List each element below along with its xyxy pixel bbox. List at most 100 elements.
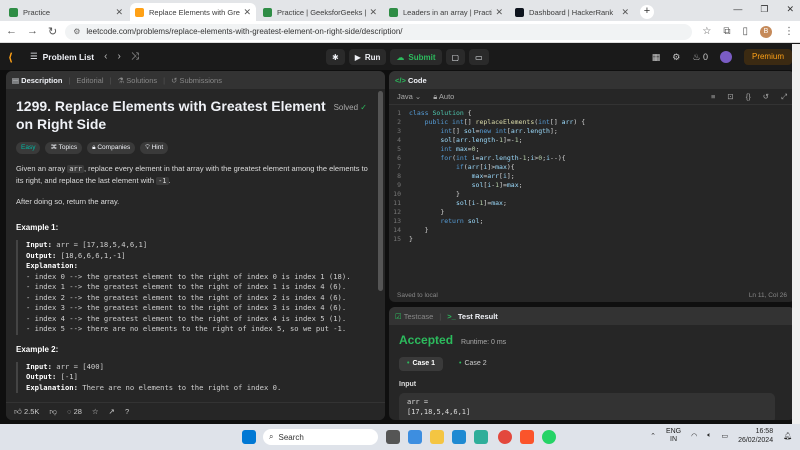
widgets-icon[interactable]: [408, 430, 422, 444]
notification-bell-icon[interactable]: 🔔︎: [783, 432, 792, 440]
reload-icon[interactable]: ↻: [48, 25, 57, 38]
premium-button[interactable]: Premium: [743, 49, 792, 65]
new-tab-button[interactable]: +: [640, 5, 654, 19]
comment-button[interactable]: ▭: [469, 49, 489, 65]
close-tab-icon[interactable]: ✕: [495, 7, 503, 18]
edge-icon[interactable]: [474, 430, 488, 444]
close-tab-icon[interactable]: ✕: [621, 7, 629, 18]
favorite-star-icon[interactable]: ☆: [92, 407, 99, 416]
code-line: 5 int max=0;: [397, 145, 480, 153]
pass-dot-icon: •: [459, 360, 462, 367]
description-scrollbar[interactable]: [378, 91, 383, 291]
minimize-icon[interactable]: —: [733, 4, 742, 15]
submit-button[interactable]: ☁ Submit: [390, 49, 442, 65]
notes-icon: ▢: [451, 52, 460, 62]
shuffle-icon[interactable]: ⤨: [131, 51, 139, 62]
code-line: 12 }: [393, 208, 445, 216]
browser-tab[interactable]: Leaders in an array | Practice |✕: [384, 3, 508, 21]
chrome-icon[interactable]: [498, 430, 512, 444]
clock[interactable]: 16:58 26/02/2024: [738, 427, 773, 445]
browser-tab[interactable]: Dashboard | HackerRank ✕: [510, 3, 634, 21]
output-label: Output:: [26, 372, 57, 381]
forward-icon[interactable]: →: [27, 25, 38, 38]
next-problem-icon[interactable]: ›: [117, 51, 120, 62]
windows-start-icon[interactable]: [242, 430, 256, 444]
hint-tag[interactable]: 💡︎ Hint: [140, 142, 169, 154]
star-icon[interactable]: ☆: [702, 26, 711, 37]
profile-avatar[interactable]: B: [760, 25, 772, 38]
problem-list-label: Problem List: [42, 51, 95, 62]
close-tab-icon[interactable]: ✕: [369, 7, 377, 18]
like-count: 2.5K: [23, 406, 40, 416]
url-input[interactable]: ⚙ leetcode.com/problems/replace-elements…: [65, 23, 693, 40]
code-editor[interactable]: 1 class Solution { 2 public int[] replace…: [389, 109, 795, 244]
close-tab-icon[interactable]: ✕: [243, 7, 251, 18]
task-view-icon[interactable]: [386, 430, 400, 444]
dislike-icon[interactable]: 👎︎: [49, 407, 57, 417]
companies-tag[interactable]: 🔒︎ Companies: [87, 142, 136, 154]
case-1-tab[interactable]: • Case 1: [399, 357, 444, 371]
extensions-icon[interactable]: ⧉: [723, 26, 730, 37]
mode-label: Auto: [438, 91, 455, 101]
case-2-tab[interactable]: • Case 2: [451, 357, 495, 371]
taskbar-search[interactable]: ⌕ Search: [263, 429, 378, 445]
share-icon[interactable]: ↗: [109, 407, 115, 416]
debug-button[interactable]: ✱: [326, 49, 345, 65]
reset-icon[interactable]: ↺: [763, 92, 769, 101]
auto-mode[interactable]: 🔒︎ Auto: [433, 92, 454, 102]
code-line: 15}: [393, 235, 413, 243]
volume-icon[interactable]: 🔈︎: [707, 432, 711, 440]
streak-counter[interactable]: ♨ 0: [692, 52, 708, 63]
bookmark-icon[interactable]: ⊡: [727, 92, 733, 101]
braces-icon[interactable]: {}: [746, 92, 751, 101]
tab-solutions[interactable]: ⚗ Solutions: [117, 76, 157, 85]
system-tray: ⌃ ENG IN ◠ 🔈︎ ▭ 16:58 26/02/2024 🔔︎: [650, 427, 792, 445]
language-indicator[interactable]: ENG IN: [666, 428, 681, 444]
file-explorer-icon[interactable]: [430, 430, 444, 444]
code-tab-label: Code: [407, 75, 427, 85]
problem-list-button[interactable]: ☰ Problem List: [30, 51, 94, 62]
chevron-up-icon[interactable]: ⌃: [650, 432, 656, 440]
whatsapp-icon[interactable]: [542, 430, 556, 444]
close-tab-icon[interactable]: ✕: [115, 7, 123, 18]
brave-icon[interactable]: [520, 430, 534, 444]
tab-test-result[interactable]: >_ Test Result: [447, 312, 498, 321]
help-icon[interactable]: ?: [125, 407, 129, 416]
site-info-icon[interactable]: ⚙: [73, 27, 80, 36]
sidepanel-icon[interactable]: ▯: [742, 26, 748, 37]
leetcode-logo-icon[interactable]: ⟨: [8, 51, 20, 64]
browser-tab-active[interactable]: Replace Elements with Greatest✕: [130, 3, 256, 21]
tab-editorial[interactable]: Editorial: [76, 76, 103, 85]
settings-icon[interactable]: ⚙: [672, 52, 680, 63]
format-icon[interactable]: ≡: [711, 92, 715, 101]
code-tab[interactable]: </> Code: [395, 76, 427, 85]
topics-tag[interactable]: ⌘ Topics: [45, 142, 83, 154]
fullscreen-icon[interactable]: ⤢: [781, 92, 787, 102]
lang-primary: ENG: [665, 428, 682, 435]
battery-icon[interactable]: ▭: [721, 432, 728, 440]
tab-label: Submissions: [179, 75, 222, 85]
user-avatar[interactable]: [719, 51, 732, 63]
browser-tab[interactable]: Practice | GeeksforGeeks | A co✕: [258, 3, 382, 21]
prev-problem-icon[interactable]: ‹: [104, 51, 107, 62]
tab-submissions[interactable]: ↺ Submissions: [171, 76, 222, 85]
tab-description[interactable]: ▤ Description: [12, 76, 62, 85]
statement-text: .: [168, 176, 171, 185]
vscode-icon[interactable]: [452, 430, 466, 444]
tab-testcase[interactable]: ☑ Testcase: [395, 312, 433, 321]
language-select[interactable]: Java ⌄: [397, 92, 421, 101]
wifi-icon[interactable]: ◠: [691, 432, 697, 440]
layout-icon[interactable]: ▦: [652, 52, 661, 63]
back-icon[interactable]: ←: [6, 25, 17, 38]
like-button[interactable]: 👍︎ 2.5K: [14, 407, 39, 417]
browser-tab[interactable]: Practice ✕: [4, 3, 128, 21]
notes-button[interactable]: ▢: [445, 49, 466, 65]
comments-button[interactable]: ◌ 28: [67, 407, 82, 416]
close-window-icon[interactable]: ✕: [786, 4, 794, 15]
menu-icon[interactable]: ⋮: [784, 26, 794, 37]
right-scrollbar[interactable]: [792, 44, 800, 424]
run-button[interactable]: ▶ Run: [348, 49, 387, 65]
example-input: arr = [17,18,5,4,6,1]: [56, 240, 148, 249]
code-line: 8 max=arr[i];: [397, 172, 515, 180]
maximize-icon[interactable]: ❐: [760, 4, 768, 15]
